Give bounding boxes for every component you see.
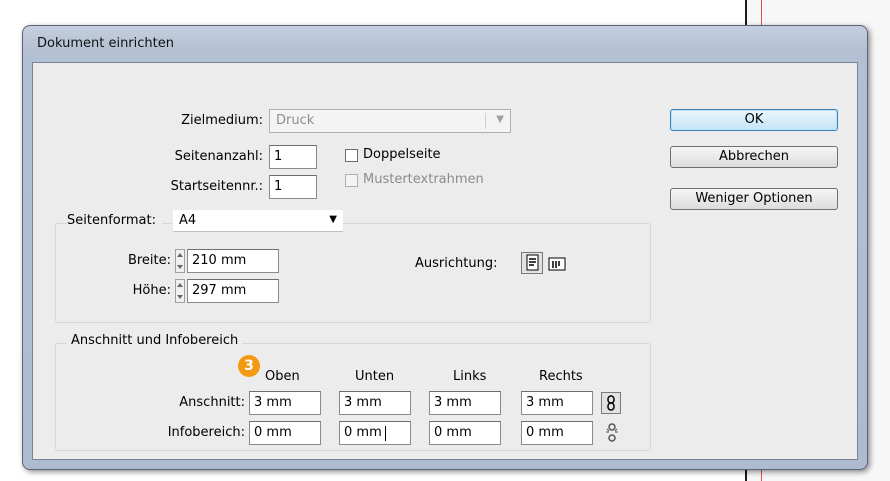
hoehe-stepper[interactable] bbox=[175, 279, 185, 303]
dialog-client: Zielmedium: Druck ▼ Seitenanzahl: 1 Star… bbox=[32, 62, 858, 460]
infobereich-oben-input[interactable]: 0 mm bbox=[249, 421, 321, 445]
titlebar[interactable]: Dokument einrichten bbox=[23, 26, 867, 62]
chain-link-icon[interactable] bbox=[601, 392, 621, 414]
anschnitt-group-label: Anschnitt und Infobereich bbox=[67, 333, 243, 348]
zielmedium-select[interactable]: Druck ▼ bbox=[269, 109, 511, 133]
dialog-window: Dokument einrichten Zielmedium: Druck ▼ … bbox=[22, 25, 868, 470]
zielmedium-value: Druck bbox=[276, 113, 315, 128]
chevron-down-icon: ▼ bbox=[496, 114, 504, 125]
infobereich-rechts-input[interactable]: 0 mm bbox=[521, 421, 593, 445]
hoehe-input[interactable]: 297 mm bbox=[187, 279, 279, 303]
dialog-title: Dokument einrichten bbox=[37, 36, 174, 51]
infobereich-unten-input[interactable]: 0 mm bbox=[339, 421, 411, 445]
seitenformat-label: Seitenformat: bbox=[67, 213, 162, 228]
breite-stepper[interactable] bbox=[175, 249, 185, 273]
breite-label: Breite: bbox=[127, 253, 171, 268]
hoehe-label: Höhe: bbox=[132, 283, 171, 298]
cancel-button[interactable]: Abbrechen bbox=[670, 146, 838, 168]
seitenanzahl-input[interactable]: 1 bbox=[269, 145, 317, 169]
anschnitt-oben-input[interactable]: 3 mm bbox=[249, 391, 321, 415]
doppelseite-checkbox[interactable] bbox=[345, 149, 358, 162]
ausrichtung-label: Ausrichtung: bbox=[415, 256, 498, 271]
zielmedium-label: Zielmedium: bbox=[181, 113, 263, 128]
column-links: Links bbox=[453, 369, 487, 384]
chevron-down-icon: ▼ bbox=[329, 214, 337, 225]
infobereich-label: Infobereich: bbox=[167, 425, 245, 440]
column-rechts: Rechts bbox=[539, 369, 583, 384]
anschnitt-rechts-input[interactable]: 3 mm bbox=[521, 391, 593, 415]
column-unten: Unten bbox=[355, 369, 395, 384]
infobereich-links-input[interactable]: 0 mm bbox=[429, 421, 501, 445]
column-oben: Oben bbox=[265, 369, 300, 384]
seitenformat-select[interactable]: A4 ▼ bbox=[173, 210, 343, 232]
portrait-orientation-icon[interactable] bbox=[521, 252, 543, 274]
startseitennr-input[interactable]: 1 bbox=[269, 175, 317, 199]
fewer-options-button[interactable]: Weniger Optionen bbox=[670, 188, 838, 210]
anschnitt-links-input[interactable]: 3 mm bbox=[429, 391, 501, 415]
breite-input[interactable]: 210 mm bbox=[187, 249, 279, 273]
doppelseite-label[interactable]: Doppelseite bbox=[363, 147, 441, 162]
anschnitt-unten-input[interactable]: 3 mm bbox=[339, 391, 411, 415]
mustertextrahmen-label: Mustertextrahmen bbox=[363, 172, 484, 187]
seitenanzahl-label: Seitenanzahl: bbox=[174, 149, 263, 164]
landscape-orientation-icon[interactable] bbox=[547, 253, 569, 275]
anschnitt-label: Anschnitt: bbox=[179, 395, 245, 410]
mustertextrahmen-checkbox[interactable] bbox=[345, 174, 358, 187]
text-cursor bbox=[385, 426, 386, 441]
seitenformat-value: A4 bbox=[179, 213, 197, 228]
step-badge: 3 bbox=[238, 355, 260, 377]
chain-broken-icon[interactable] bbox=[603, 423, 621, 443]
startseitennr-label: Startseitennr.: bbox=[170, 179, 263, 194]
ok-button[interactable]: OK bbox=[670, 109, 838, 131]
